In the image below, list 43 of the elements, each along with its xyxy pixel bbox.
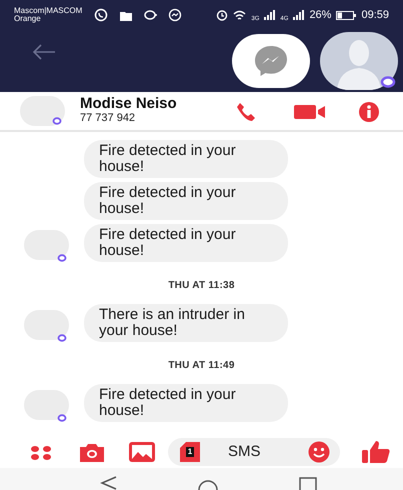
signal-icon (293, 10, 304, 20)
message-bubble: Fire detected in your house! (84, 140, 288, 178)
contact-chat-head[interactable] (320, 32, 398, 90)
messenger-icon (168, 8, 182, 22)
message-input-field[interactable]: 1 SMS (168, 438, 340, 466)
date-separator: THU AT 11:49 (168, 358, 235, 372)
carrier-name: Orange (14, 15, 41, 23)
apps-grid-icon[interactable] (30, 445, 54, 461)
video-camera-icon[interactable] (294, 104, 326, 120)
status-ring-icon (52, 117, 62, 125)
wifi-icon (233, 10, 246, 20)
status-ring-icon (57, 414, 67, 422)
camera-icon[interactable] (78, 443, 106, 463)
message-bubble: Fire detected in your house! (84, 384, 288, 422)
emoji-icon[interactable] (308, 441, 330, 463)
status-ring-icon (380, 76, 396, 88)
thumbs-up-icon[interactable] (362, 440, 390, 464)
chat-app-icon (94, 8, 108, 22)
contact-phone: 77 737 942 (80, 111, 136, 125)
messenger-icon (254, 45, 288, 77)
battery-icon (336, 10, 356, 20)
contact-name: Modise Neiso (80, 97, 177, 111)
image-icon[interactable] (129, 442, 155, 462)
alarm-icon (216, 9, 228, 21)
carrier-name: Mascom|MASCOM (14, 7, 82, 15)
clock-time: 09:59 (361, 8, 389, 23)
chat-bubble-icon (144, 8, 158, 22)
input-placeholder: SMS (228, 442, 261, 462)
phone-icon[interactable] (236, 102, 256, 122)
sim-number: 1 (186, 447, 194, 457)
message-bubble: There is an intruder in your house! (84, 304, 288, 342)
info-icon[interactable] (358, 101, 380, 123)
message-bubble: Fire detected in your house! (84, 182, 288, 220)
battery-percent: 26% (309, 8, 332, 23)
contact-avatar (20, 96, 65, 126)
signal-icon (264, 10, 276, 20)
status-ring-icon (57, 334, 67, 342)
status-ring-icon (57, 254, 67, 262)
message-bubble: Fire detected in your house! (84, 224, 288, 262)
back-arrow-icon[interactable] (32, 44, 56, 60)
date-separator: THU AT 11:38 (168, 278, 235, 292)
messenger-chat-head[interactable] (232, 34, 310, 88)
folder-icon (120, 10, 132, 20)
